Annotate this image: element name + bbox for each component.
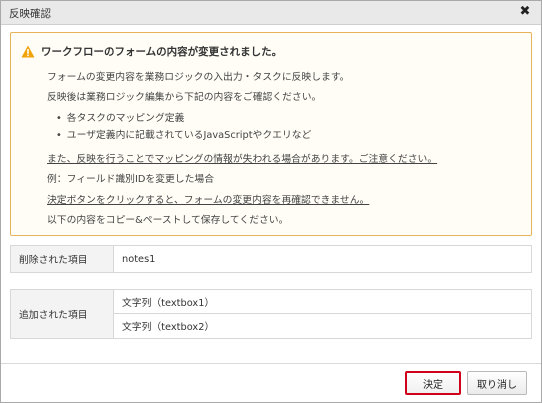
- warning-bullet-2: ユーザ定義内に記載されているJavaScriptやクエリなど: [56, 127, 312, 141]
- deleted-item: notes1: [122, 253, 156, 265]
- added-items-table: 追加された項目 文字列（textbox1） 文字列（textbox2）: [10, 289, 532, 339]
- warning-example: 例：フィールド識別IDを変更した場合: [47, 174, 214, 185]
- warning-caution: また、反映を行うことでマッピングの情報が失われる場合があります。ご注意ください。: [47, 154, 438, 165]
- warning-title: ワークフローのフォームの内容が変更されました。: [41, 46, 283, 58]
- added-item: 文字列（textbox1）: [114, 290, 531, 314]
- deleted-items-label: 削除された項目: [11, 246, 114, 272]
- warning-panel: ワークフローのフォームの内容が変更されました。 フォームの変更内容を業務ロジック…: [10, 32, 532, 236]
- cancel-button[interactable]: 取り消し: [467, 371, 527, 395]
- close-icon[interactable]: ✖: [518, 5, 532, 19]
- deleted-items-table: 削除された項目 notes1: [10, 245, 532, 273]
- reflect-confirm-dialog: 反映確認 ✖ ワークフローのフォームの内容が変更されました。 フォームの変更内容…: [0, 0, 542, 403]
- warning-triangle-icon: [21, 45, 35, 58]
- added-item: 文字列（textbox2）: [122, 322, 215, 333]
- warning-copy-note: 以下の内容をコピー&ペーストして保存してください。: [47, 215, 289, 226]
- warning-line-1: フォームの変更内容を業務ロジックの入出力・タスクに反映します。: [47, 72, 350, 83]
- added-items-label: 追加された項目: [11, 290, 114, 338]
- dialog-title: 反映確認: [9, 8, 51, 20]
- warning-header: ワークフローのフォームの内容が変更されました。: [21, 44, 282, 59]
- warning-line-2: 反映後は業務ロジック編集から下記の内容をご確認ください。: [47, 92, 322, 103]
- ok-button[interactable]: 決定: [405, 371, 461, 395]
- warning-confirm-note: 決定ボタンをクリックすると、フォームの変更内容を再確認できません。: [47, 195, 370, 206]
- footer-divider: [1, 363, 541, 364]
- warning-bullet-1: 各タスクのマッピング定義: [56, 110, 185, 124]
- dialog-titlebar: 反映確認 ✖: [1, 1, 541, 25]
